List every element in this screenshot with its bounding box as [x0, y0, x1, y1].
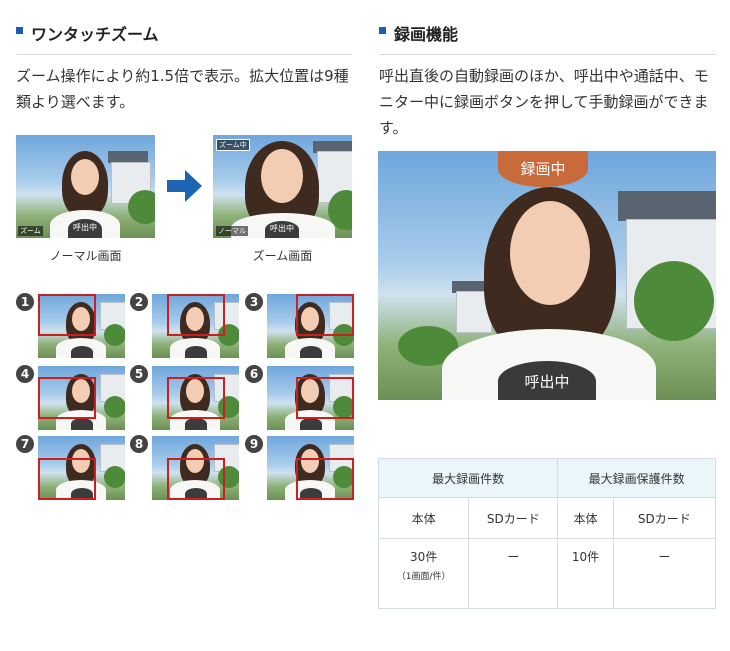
- zoom-area-frame: [167, 377, 225, 419]
- position-number: 1: [16, 293, 34, 311]
- zoom-area-frame: [38, 458, 96, 500]
- position-number: 4: [16, 365, 34, 383]
- arrow-right-icon: [167, 170, 202, 202]
- body-subheader: 本体: [377, 497, 470, 539]
- zooming-label: ズーム中: [216, 139, 250, 151]
- sdcard-subheader: SDカード: [468, 497, 559, 539]
- square-bullet-icon: [379, 27, 386, 34]
- normal-label: ノーマル: [216, 226, 248, 236]
- zoom-description: ズーム操作により約1.5倍で表示。拡大位置は9種類より選べます。: [16, 67, 349, 111]
- sdcard-subheader: SDカード: [612, 497, 717, 539]
- zoom-area-frame: [38, 294, 96, 336]
- recording-image: 録画中 呼出中: [378, 151, 716, 400]
- max-recordings-header: 最大録画件数: [377, 458, 559, 498]
- zoom-area-frame: [296, 458, 354, 500]
- record-section-heading: 録画機能: [379, 14, 716, 55]
- position-number: 9: [245, 435, 263, 453]
- position-number: 6: [245, 365, 263, 383]
- zoom-area-frame: [296, 294, 354, 336]
- normal-view-image: 呼出中 ズーム: [16, 135, 155, 238]
- recording-capacity-table: 最大録画件数 最大録画保護件数 本体 SDカード 本体 SDカード 30件 （1…: [377, 458, 717, 609]
- recording-badge: 録画中: [498, 151, 588, 187]
- zoom-section-title: ワンタッチズーム: [31, 25, 159, 44]
- record-section-title: 録画機能: [394, 25, 459, 44]
- per-record-note: （1画面/件）: [396, 572, 451, 582]
- zoom-section-heading: ワンタッチズーム: [16, 14, 352, 55]
- normal-caption: ノーマル画面: [49, 249, 122, 263]
- calling-label: 呼出中: [68, 219, 102, 238]
- zoom-area-frame: [167, 294, 225, 336]
- calling-badge: 呼出中: [498, 361, 596, 400]
- calling-label: 呼出中: [265, 221, 299, 238]
- zoom-area-frame: [296, 377, 354, 419]
- position-number: 8: [130, 435, 148, 453]
- max-protected-header: 最大録画保護件数: [557, 458, 716, 498]
- zoom-area-frame: [167, 458, 225, 500]
- zoom-view-image: 呼出中 ズーム中 ノーマル: [213, 135, 352, 238]
- table-cell: 30件 （1画面/件）: [377, 538, 470, 609]
- zoom-label: ズーム: [18, 226, 43, 236]
- zoom-area-frame: [38, 377, 96, 419]
- position-number: 2: [130, 293, 148, 311]
- max-protected-sd-value: ー: [612, 538, 717, 609]
- record-description: 呼出直後の自動録画のほか、呼出中や通話中、モニター中に録画ボタンを押して手動録画…: [379, 67, 709, 137]
- square-bullet-icon: [16, 27, 23, 34]
- position-number: 7: [16, 435, 34, 453]
- position-number: 3: [245, 293, 263, 311]
- max-protected-body-value: 10件: [557, 538, 614, 609]
- max-recordings-sd-value: ー: [468, 538, 559, 609]
- zoom-caption: ズーム画面: [252, 249, 313, 263]
- body-subheader: 本体: [557, 497, 614, 539]
- position-number: 5: [130, 365, 148, 383]
- max-recordings-body-value: 30件: [410, 550, 438, 564]
